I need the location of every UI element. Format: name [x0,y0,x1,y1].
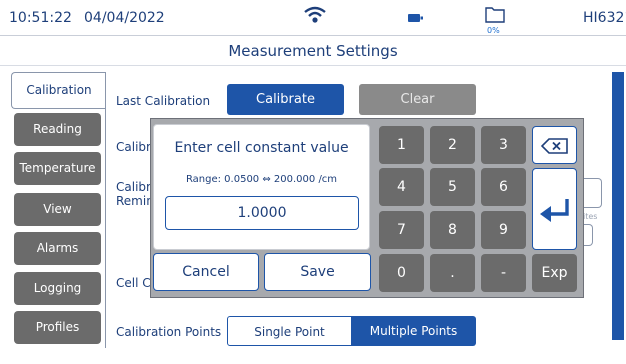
key-2[interactable]: 2 [430,126,475,164]
enter-key[interactable] [532,168,577,250]
device-id: HI6321 [583,10,626,26]
key-0[interactable]: 0 [379,254,424,292]
reminder-unit: ites [583,212,598,221]
multiple-points-option[interactable]: Multiple Points [351,316,476,346]
scrollbar[interactable] [612,72,624,340]
save-button[interactable]: Save [264,253,371,291]
tab-alarms[interactable]: Alarms [14,232,101,265]
tab-temperature[interactable]: Temperature [14,152,101,185]
key-8[interactable]: 8 [430,211,475,249]
backspace-key[interactable] [532,126,577,164]
tab-profiles[interactable]: Profiles [14,311,101,344]
tab-view[interactable]: View [14,193,101,226]
cancel-button[interactable]: Cancel [153,253,259,291]
key-minus[interactable]: - [481,254,526,292]
key-6[interactable]: 6 [481,168,526,206]
calibration-reminder-label-2: Remin [116,194,154,208]
date: 04/04/2022 [84,10,165,26]
tab-reading[interactable]: Reading [14,113,101,146]
tab-calibration[interactable]: Calibration [11,72,106,109]
reminder-field[interactable] [582,178,602,208]
folder-icon [485,7,505,23]
wifi-icon [304,6,326,23]
key-1[interactable]: 1 [379,126,424,164]
calibration-reminder-label: Calibr [116,180,151,194]
clear-button[interactable]: Clear [359,84,476,115]
dialog-range: Range: 0.0500 ⇔ 200.000 /cm [185,174,338,185]
page-title: Measurement Settings [0,36,626,66]
key-3[interactable]: 3 [481,126,526,164]
key-9[interactable]: 9 [481,211,526,249]
clock: 10:51:22 [9,10,72,26]
key-exp[interactable]: Exp [532,254,577,292]
tab-logging[interactable]: Logging [14,272,101,305]
last-calibration-label: Last Calibration [116,94,211,108]
calibrate-button[interactable]: Calibrate [227,84,344,115]
key-7[interactable]: 7 [379,211,424,249]
calibration-setting-label: Calibr [116,140,151,154]
enter-icon [540,199,569,222]
dialog-prompt: Enter cell constant value [174,140,349,156]
key-4[interactable]: 4 [379,168,424,206]
backspace-icon [541,138,568,154]
battery-icon [408,14,423,22]
status-bar: 10:51:22 04/04/2022 0% HI6321 [0,0,626,36]
cell-constant-input[interactable]: 1.0000 [165,196,359,230]
single-point-option[interactable]: Single Point [227,316,352,346]
key-5[interactable]: 5 [430,168,475,206]
storage-percent: 0% [487,26,500,35]
calibration-points-label: Calibration Points [116,325,222,339]
key-decimal[interactable]: . [430,254,475,292]
